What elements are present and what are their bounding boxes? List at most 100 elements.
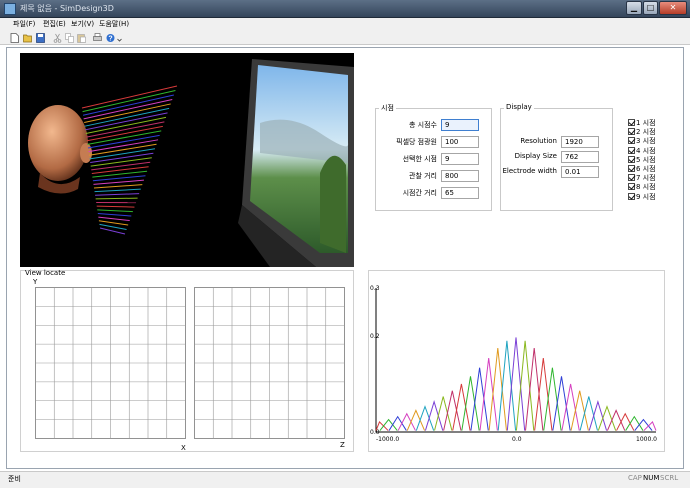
- maximize-button[interactable]: □: [643, 1, 658, 15]
- beam-line: [98, 216, 130, 222]
- open-folder-icon[interactable]: [23, 33, 32, 43]
- beam-line: [95, 197, 138, 200]
- close-icon: ✕: [669, 3, 677, 12]
- chart-peak-line: [488, 347, 507, 431]
- checkbox-box[interactable]: [628, 174, 635, 182]
- viewpoint-field-label: 픽셀당 점광원: [396, 138, 437, 146]
- beam-line: [96, 205, 135, 208]
- checkbox-box[interactable]: [628, 155, 635, 163]
- display-field-input[interactable]: 0.01: [561, 166, 599, 178]
- save-icon[interactable]: [36, 33, 45, 43]
- chart-peak-line: [479, 358, 498, 431]
- chart-axes: [375, 288, 656, 433]
- viewpoint-field-label: 관찰 거리: [409, 172, 437, 180]
- checkbox-box[interactable]: [628, 119, 635, 126]
- menu-help[interactable]: 도움말(H): [99, 19, 129, 29]
- viewpoint-field-input[interactable]: 65: [441, 187, 479, 199]
- monitor-model: [238, 59, 354, 267]
- beam-line: [93, 179, 144, 185]
- y-tick-label: 0.2: [370, 333, 380, 340]
- viewpoint-field-input[interactable]: 9: [441, 153, 479, 165]
- display-field-input[interactable]: 762: [561, 151, 599, 163]
- display-field-label: Resolution: [520, 137, 557, 145]
- chart-peak-line: [470, 367, 489, 431]
- beam-line: [90, 157, 152, 167]
- display-field-label: Display Size: [514, 152, 557, 160]
- intensity-chart: 0.30.20.0-1000.0 0.0 1000.0: [370, 285, 657, 443]
- close-button[interactable]: ✕: [659, 1, 687, 15]
- head-model: [28, 105, 92, 194]
- new-file-icon[interactable]: [10, 33, 19, 43]
- paste-icon[interactable]: [77, 33, 86, 43]
- chart-peak-line: [643, 421, 657, 431]
- checkbox-box[interactable]: [628, 128, 635, 136]
- chart-peak-line: [543, 367, 562, 431]
- chart-peak-line: [515, 340, 535, 431]
- chart-peak-line: [461, 376, 480, 431]
- beam-line: [82, 94, 174, 116]
- checkbox-box[interactable]: [628, 192, 635, 200]
- print-icon[interactable]: [93, 33, 102, 43]
- beam-line: [97, 209, 133, 213]
- beam-line: [93, 184, 143, 189]
- viewpoint-field-label: 선택한 시점: [402, 155, 437, 163]
- toolbar-overflow-icon[interactable]: [117, 33, 122, 43]
- beam-line: [98, 220, 129, 226]
- checkbox-label: 4 시점: [636, 146, 656, 155]
- checkbox-box[interactable]: [628, 183, 635, 191]
- viewpoint-field-input[interactable]: 800: [441, 170, 479, 182]
- help-icon[interactable]: ?: [106, 33, 115, 43]
- axis-label-y: Y: [33, 278, 38, 286]
- display-field-input[interactable]: 1920: [561, 136, 599, 148]
- chart-peak-line: [497, 340, 517, 431]
- beam-line: [97, 212, 132, 217]
- viewpoint-field-input[interactable]: 9: [441, 119, 479, 131]
- cut-icon[interactable]: [53, 33, 62, 43]
- chart-peak-line: [506, 337, 526, 431]
- checkbox-label: 5 시점: [636, 155, 656, 164]
- zy-locate-grid[interactable]: [194, 287, 346, 440]
- beam-line: [90, 152, 154, 164]
- chart-peak-line: [552, 376, 571, 431]
- x-tick-label: 1000.0: [636, 436, 657, 443]
- view-locate-title: View locate: [25, 269, 66, 277]
- viewpoint-group-title: 시점: [379, 103, 396, 113]
- y-tick-label: 0.0: [370, 429, 380, 436]
- chart-peak-line: [534, 358, 553, 431]
- checkbox-label: 7 시점: [636, 174, 656, 183]
- chart-peak-line: [561, 383, 580, 431]
- checkbox-label: 8 시점: [636, 183, 656, 192]
- menu-view[interactable]: 보기(V): [71, 19, 94, 29]
- menu-edit[interactable]: 편집(E): [43, 19, 66, 29]
- y-tick-label: 0.3: [370, 285, 380, 292]
- menu-file[interactable]: 파일(F): [13, 19, 35, 29]
- viewpoint-field-input[interactable]: 100: [441, 136, 479, 148]
- checkbox-box[interactable]: [628, 146, 635, 154]
- status-num: NUM: [643, 474, 660, 482]
- status-bar: [0, 471, 690, 488]
- app-icon: [4, 3, 16, 15]
- beam-line: [95, 193, 140, 196]
- axis-label-z: Z: [340, 441, 345, 449]
- checkbox-label: 1 시점: [636, 119, 656, 127]
- minimize-button[interactable]: ▁: [626, 1, 642, 15]
- display-group-title: Display: [504, 103, 534, 111]
- checkbox-label: 3 시점: [636, 137, 656, 146]
- checkbox-box[interactable]: [628, 137, 635, 145]
- beam-line: [87, 130, 162, 145]
- xy-locate-grid[interactable]: [35, 287, 187, 440]
- beam-line: [83, 98, 173, 120]
- x-tick-label: 0.0: [512, 436, 522, 443]
- copy-icon[interactable]: [65, 33, 74, 43]
- toolbar: [0, 31, 690, 45]
- viewpoint-field-label: 시점간 거리: [402, 189, 437, 197]
- maximize-icon: □: [646, 3, 655, 12]
- view-checkbox[interactable]: 9 시점: [628, 192, 656, 202]
- beam-line: [91, 161, 151, 171]
- chart-peak-line: [525, 347, 544, 431]
- beam-line: [84, 103, 171, 124]
- chart-peak-line: [570, 390, 589, 431]
- 3d-viewport[interactable]: [20, 53, 354, 267]
- status-text: 준비: [8, 475, 21, 483]
- checkbox-box[interactable]: [628, 165, 635, 172]
